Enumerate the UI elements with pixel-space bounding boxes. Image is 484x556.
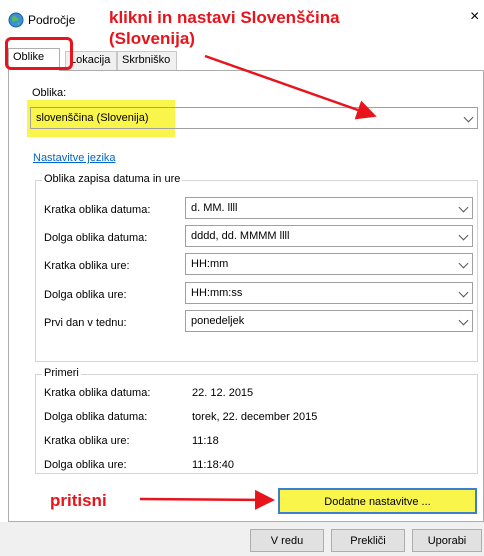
dropdown-value: HH:mm:ss [191, 287, 243, 299]
row-label: Dolga oblika datuma: [44, 232, 148, 244]
additional-settings-button[interactable]: Dodatne nastavitve ... [278, 488, 477, 514]
format-dropdown[interactable]: slovenščina (Slovenija) [30, 107, 478, 129]
chevron-down-icon [458, 258, 469, 269]
row-label: Dolga oblika ure: [44, 289, 127, 301]
close-icon[interactable]: × [470, 8, 479, 26]
chevron-down-icon [458, 287, 469, 298]
dropdown-value: d. MM. llll [191, 202, 238, 214]
example-value: 11:18 [192, 435, 219, 447]
apply-button[interactable]: Uporabi [412, 529, 482, 552]
group-title: Oblika zapisa datuma in ure [42, 173, 183, 185]
annotation-top-line1: klikni in nastavi Slovenščina [109, 8, 340, 27]
annotation-bottom: pritisni [50, 491, 107, 510]
long-date-dropdown[interactable]: dddd, dd. MMMM llll [185, 225, 473, 247]
example-label: Kratka oblika ure: [44, 435, 130, 447]
short-date-dropdown[interactable]: d. MM. llll [185, 197, 473, 219]
tab-highlight-box [5, 37, 73, 70]
chevron-down-icon [458, 315, 469, 326]
chevron-down-icon [463, 112, 474, 123]
button-label: Prekliči [350, 535, 386, 547]
dropdown-value: HH:mm [191, 258, 229, 270]
annotation-top-line2: (Slovenija) [109, 29, 195, 48]
language-settings-link[interactable]: Nastavitve jezika [33, 152, 116, 164]
first-day-dropdown[interactable]: ponedeljek [185, 310, 473, 332]
long-time-dropdown[interactable]: HH:mm:ss [185, 282, 473, 304]
example-value: 11:18:40 [192, 459, 235, 471]
cancel-button[interactable]: Prekliči [331, 529, 405, 552]
tab-label: Lokacija [70, 54, 111, 66]
row-label: Kratka oblika datuma: [44, 204, 151, 216]
globe-icon [8, 12, 24, 28]
example-label: Dolga oblika datuma: [44, 411, 148, 423]
example-value: 22. 12. 2015 [192, 387, 254, 399]
window-title: Področje [28, 13, 76, 27]
short-time-dropdown[interactable]: HH:mm [185, 253, 473, 275]
example-label: Kratka oblika datuma: [44, 387, 151, 399]
dropdown-value: ponedeljek [191, 315, 245, 327]
button-label: Uporabi [427, 535, 467, 547]
group-title: Primeri [42, 367, 81, 379]
row-label: Prvi dan v tednu: [44, 317, 127, 329]
example-value: torek, 22. december 2015 [192, 411, 318, 423]
dropdown-value: dddd, dd. MMMM llll [191, 230, 290, 242]
button-label: V redu [270, 535, 304, 547]
row-label: Kratka oblika ure: [44, 260, 130, 272]
button-label: Dodatne nastavitve ... [324, 496, 431, 508]
tab-label: Skrbniško [122, 54, 171, 66]
format-value: slovenščina (Slovenija) [36, 112, 149, 124]
tab-skrbnisko[interactable]: Skrbniško [117, 51, 177, 70]
chevron-down-icon [458, 230, 469, 241]
ok-button[interactable]: V redu [250, 529, 324, 552]
chevron-down-icon [458, 202, 469, 213]
format-label: Oblika: [32, 87, 67, 99]
example-label: Dolga oblika ure: [44, 459, 127, 471]
